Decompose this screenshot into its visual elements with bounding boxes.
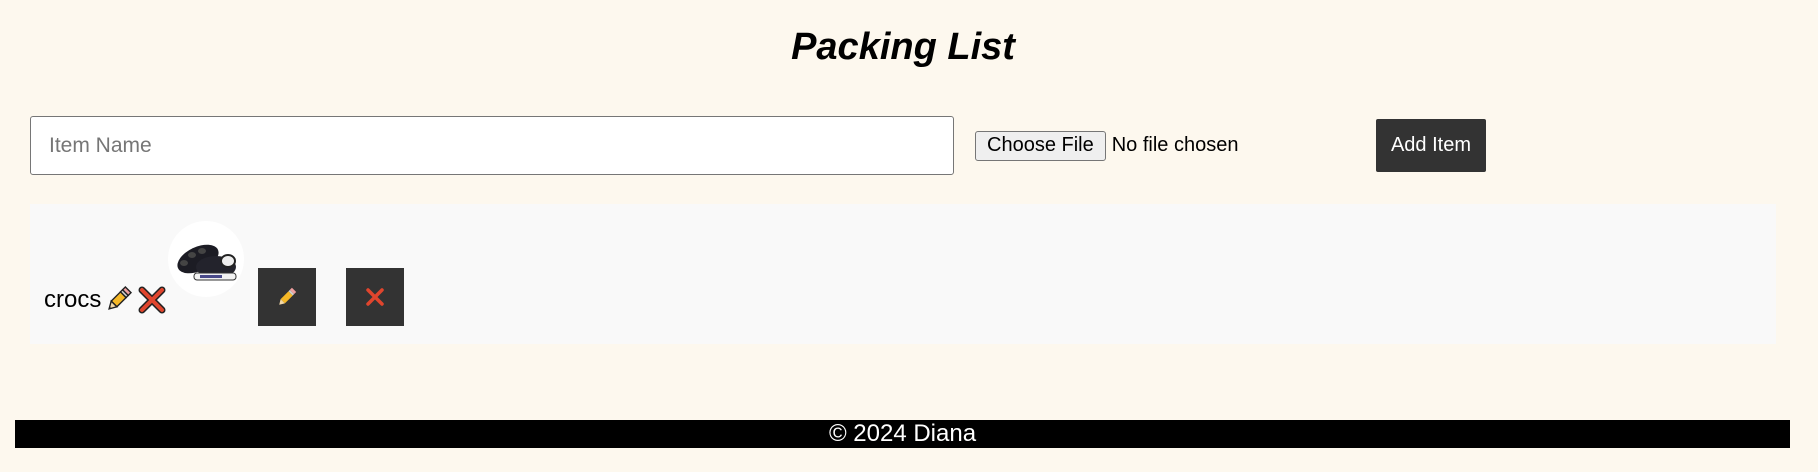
edit-item-button[interactable] (258, 268, 316, 326)
delete-item-button[interactable] (346, 268, 404, 326)
choose-file-button[interactable]: Choose File (975, 130, 1106, 161)
pencil-icon (104, 284, 134, 314)
item-image (168, 221, 244, 297)
page-title: Packing List (791, 26, 1015, 68)
cross-mark-icon (366, 288, 384, 306)
file-status-text: No file chosen (1111, 134, 1239, 156)
item-name-input[interactable] (30, 116, 954, 175)
footer: © 2024 Diana (15, 420, 1790, 448)
packing-list: crocs (30, 204, 1776, 344)
cross-mark-icon (138, 286, 166, 314)
add-item-button[interactable]: Add Item (1376, 119, 1486, 172)
pencil-icon (279, 287, 297, 305)
file-picker[interactable]: Choose File No file chosen (975, 130, 1238, 161)
item-label: crocs (44, 286, 102, 313)
